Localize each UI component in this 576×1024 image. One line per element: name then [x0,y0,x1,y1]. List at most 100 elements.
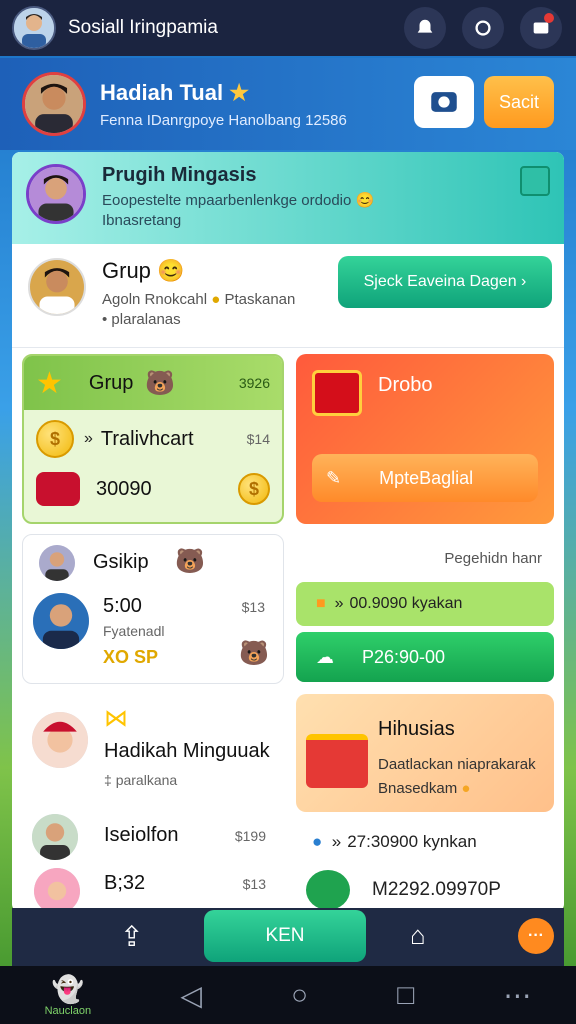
right-mid-heading: Pegehidn hanr [444,550,542,567]
more-button[interactable]: ··· [518,918,554,954]
save-button-label: Sacit [498,91,540,112]
bear-icon-2: 🐻 [175,548,205,575]
inbox-icon[interactable] [520,7,562,49]
group-subtitle-2: plaralanas [111,311,181,329]
list-row-2[interactable]: B;32 $13 [22,866,284,912]
gsikip-title: Gsikip [93,551,149,573]
gsikip-tag: XO SP [103,647,159,667]
featured-avatar [26,164,86,224]
gift-icon [312,370,362,416]
notification-icon[interactable] [404,7,446,49]
grup-card-title: Grup [88,371,134,394]
top-bar: Sosiall Iringpamia [0,0,576,56]
main-panel: Prugih Mingasis Eoopestelte mpaarbenlenk… [12,152,564,912]
drobo-title: Drobo [378,374,433,396]
cube-icon: ■ [316,595,326,612]
profile-subtitle: Fenna IDanrgpoye Hanolbang 12586 [100,111,347,129]
notification-dot [544,13,554,23]
recents-icon[interactable]: □ [397,979,414,1011]
list-row-1[interactable]: Iseiolfon $199 [22,810,284,866]
right-mid-row2[interactable]: ☁ P26:90-00 [296,632,554,682]
gsikip-avatar-2 [33,593,89,649]
list-row-2-label: B;32 [104,872,146,894]
home-circle-icon[interactable]: ○ [291,979,308,1011]
user-avatar[interactable] [12,6,56,50]
home-app-button[interactable]: 👻 Nauclaon [45,974,91,1017]
check-event-button[interactable]: Sjeck Eaveina Dagen › [338,256,552,308]
refresh-icon[interactable] [462,7,504,49]
hihusias-title: Hihusias [378,718,455,740]
drobo-button[interactable]: ✎ MpteBaglial [312,454,538,502]
grup-card-row2: 30090 [96,477,152,500]
bear-icon: 🐻 [145,369,176,397]
home-icon[interactable]: ⌂ [410,920,426,951]
bird-icon: ● [312,832,323,851]
group-avatar [28,258,86,316]
gsikip-sub: Fyatenadl [103,623,165,639]
pencil-icon: ✎ [326,467,342,488]
gsikip-card[interactable]: Gsikip 🐻 5:00 $13 Fyatenadl XO SP 🐻 [22,534,284,684]
bear-icon-3: 🐻 [239,640,269,667]
globe-icon [306,870,350,910]
grup-card-row1: Tralivhcart [100,427,194,450]
list-row-1-label: Iseiolfon [104,824,179,846]
featured-title: Prugih Mingasis [102,164,257,186]
hadikah-avatar [32,712,88,768]
grup-card-count: 3926 [238,375,270,391]
bottom-action-bar: ⇪ KEN ⌂ ··· [12,908,564,966]
hihusias-card[interactable]: Hihusias Daatlackan niaprakarak Bnasedka… [296,694,554,812]
list-right-2-text: M2292.09970P [372,879,501,900]
star-icon: ★ [36,366,63,400]
gift-basket-icon [306,734,368,788]
coin-icon-2: $ [238,473,270,505]
drobo-button-label: MpteBaglial [379,467,474,488]
group-title: Grup [102,258,151,283]
list-right-1[interactable]: ● » 27:30900 kynkan [296,820,554,864]
profile-name: Hadiah Tual [100,79,224,105]
coin-icon: ● [211,291,221,308]
home-app-label: Nauclaon [44,1004,92,1017]
menu-dots-icon[interactable]: ⋯ [503,979,531,1012]
hadikah-title: Hadikah Minguuak [104,740,270,762]
hand-icon: ● [461,780,471,797]
center-action-button[interactable]: KEN [204,910,366,962]
right-mid-row1[interactable]: ■ » 00.9090 kyakan [296,582,554,626]
right-mid-row1-text: 00.9090 kyakan [349,595,463,612]
star-icon: ★ [229,79,249,105]
hihusias-line1: Daatlackan niaprakarak [378,756,536,773]
edit-checkbox[interactable] [520,166,550,196]
hadikah-sub: paralkana [115,772,178,788]
right-mid-section: Pegehidn hanr ■ » 00.9090 kyakan ☁ P26:90… [296,534,554,684]
system-nav-bar: 👻 Nauclaon ◁ ○ □ ⋯ [0,966,576,1024]
list-avatar-2 [34,868,80,912]
featured-card[interactable]: Prugih Mingasis Eoopestelte mpaarbenlenk… [12,152,564,244]
list-right-1-text: 27:30900 kynkan [347,832,477,851]
ghost-icon: 👻 [51,973,85,1004]
featured-subtitle-1: Eoopestelte mpaarbenlenkge ordodio [102,192,352,209]
gsikip-time: 5:00 [103,595,142,617]
right-mid-row2-text: P26:90-00 [362,646,446,667]
camera-button[interactable] [414,76,474,128]
grup-card[interactable]: ★ Grup 🐻 3926 $ » Tralivhcart $14 30090 … [22,354,284,524]
bow-icon: ⋈ [104,705,128,732]
featured-subtitle-2: Ibnasretang [102,212,182,230]
gsikip-avatar [39,545,75,581]
camera-icon [431,92,457,112]
list-row-1-amount: $199 [234,828,266,844]
chest-icon [36,472,80,506]
back-icon[interactable]: ◁ [180,979,202,1012]
group-row: Grup 😊 Agoln Rnokcahl ● Ptaskanan • plara… [12,244,564,348]
profile-avatar[interactable] [22,72,86,136]
grup-card-row1-amount: $14 [246,431,270,447]
drobo-card[interactable]: Drobo ✎ MpteBaglial [296,354,554,524]
smile-icon: 😊 [355,192,375,209]
coin-icon: $ [36,420,74,458]
cloud-icon: ☁ [316,646,334,667]
profile-header: Hadiah Tual ★ Fenna IDanrgpoye Hanolbang… [0,58,576,150]
hadikah-card[interactable]: ⋈ Hadikah Minguuak ‡ paralkana [22,694,284,812]
upload-icon[interactable]: ⇪ [120,920,143,953]
group-subtitle-1: Agoln Rnokcahl [102,291,208,308]
save-button[interactable]: Sacit [484,76,554,128]
list-right-2[interactable]: M2292.09970P [296,868,554,912]
list-row-2-amount: $13 [242,876,266,892]
